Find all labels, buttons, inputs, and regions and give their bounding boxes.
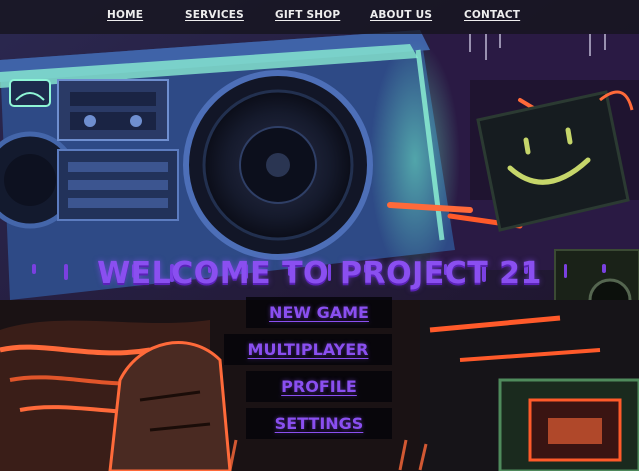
settings-button[interactable]: SETTINGS (246, 408, 392, 439)
nav-link-contact[interactable]: CONTACT (464, 9, 520, 21)
nav-link-about-us[interactable]: ABOUT US (370, 9, 432, 21)
welcome-headline: WELCOME TO PROJECT 21 (97, 256, 542, 292)
multiplayer-button[interactable]: MULTIPLAYER (224, 334, 392, 365)
new-game-button[interactable]: NEW GAME (246, 297, 392, 328)
nav-link-home[interactable]: HOME (107, 9, 143, 21)
game-start-page: HOME SERVICES GIFT SHOP ABOUT US CONTACT… (0, 0, 639, 471)
profile-button[interactable]: PROFILE (246, 371, 392, 402)
top-nav-bar: HOME SERVICES GIFT SHOP ABOUT US CONTACT (0, 0, 639, 34)
nav-link-services[interactable]: SERVICES (185, 9, 244, 21)
nav-link-gift-shop[interactable]: GIFT SHOP (275, 9, 340, 21)
main-menu: NEW GAME MULTIPLAYER PROFILE SETTINGS (224, 297, 392, 445)
